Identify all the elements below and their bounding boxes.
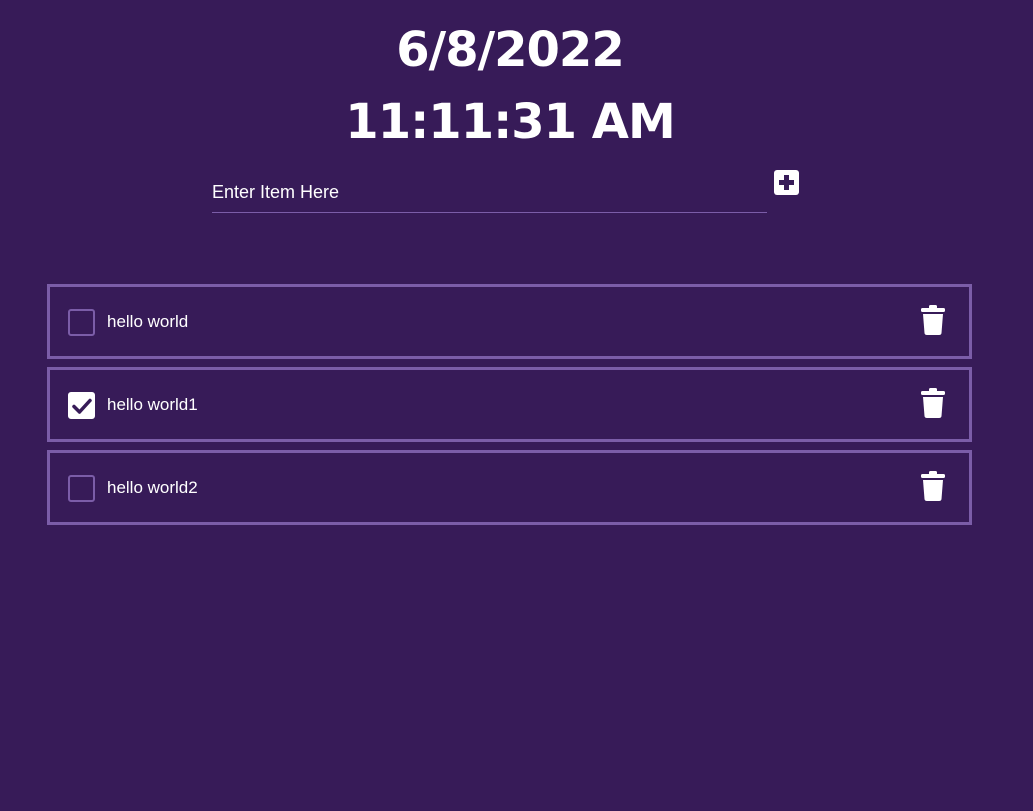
trash-icon (921, 388, 945, 418)
todo-item: hello world1 (47, 367, 972, 442)
delete-button[interactable] (921, 304, 945, 336)
todo-item: hello world2 (47, 450, 972, 525)
todo-text: hello world (107, 312, 189, 331)
todo-checkbox[interactable] (68, 475, 95, 502)
check-icon (72, 398, 92, 414)
plus-icon (779, 175, 794, 190)
trash-icon (921, 305, 945, 335)
todo-checkbox[interactable] (68, 392, 95, 419)
date-display: 6/8/2022 (396, 22, 624, 78)
todo-text: hello world1 (107, 395, 198, 414)
todo-list: hello world hello world1 hello world2 (47, 284, 972, 533)
todo-item: hello world (47, 284, 972, 359)
time-display: 11:11:31 AM (345, 94, 675, 150)
delete-button[interactable] (921, 470, 945, 502)
new-item-input[interactable] (212, 178, 762, 206)
add-item-button[interactable] (774, 170, 799, 195)
todo-text: hello world2 (107, 478, 198, 497)
delete-button[interactable] (921, 387, 945, 419)
todo-checkbox[interactable] (68, 309, 95, 336)
trash-icon (921, 471, 945, 501)
new-item-field (212, 170, 767, 213)
